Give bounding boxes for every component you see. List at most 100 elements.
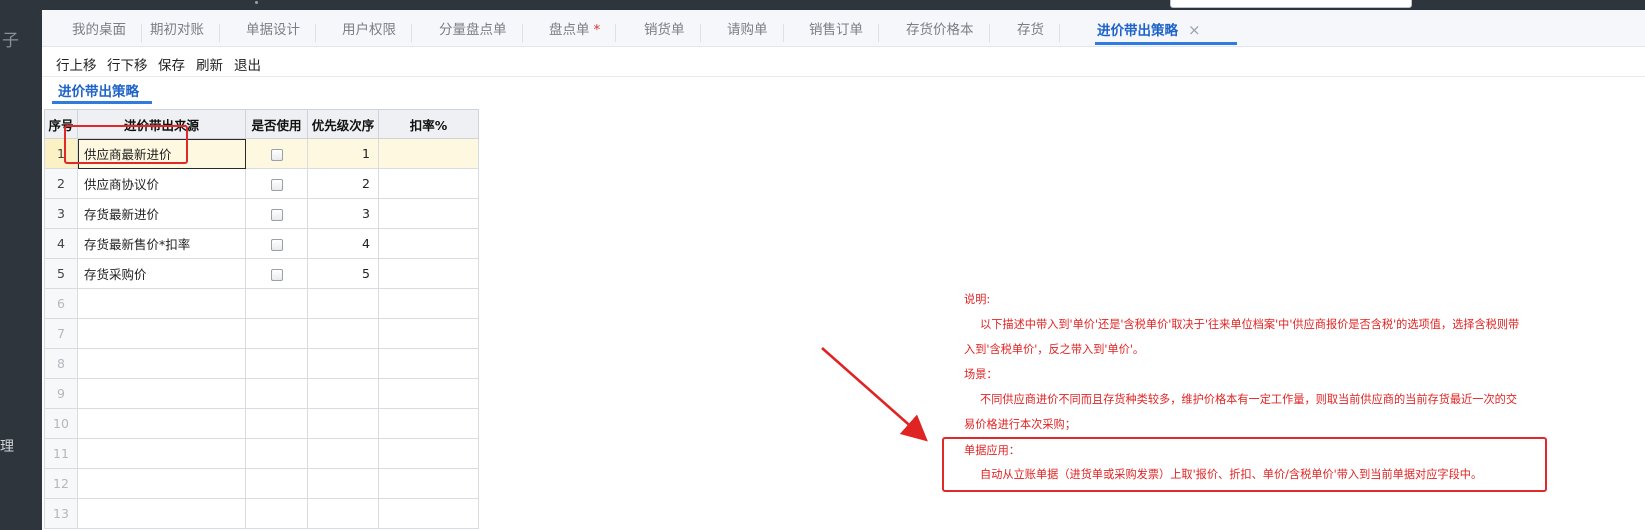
row-index: 2: [44, 168, 78, 199]
table-row[interactable]: 7: [44, 318, 479, 349]
discount-cell[interactable]: [378, 138, 479, 169]
discount-cell[interactable]: [378, 498, 479, 529]
source-cell[interactable]: [77, 288, 246, 319]
table-row[interactable]: 11: [44, 438, 479, 469]
discount-cell[interactable]: [378, 198, 479, 229]
move-row-down-button[interactable]: 行下移: [107, 54, 148, 74]
tab-price-book[interactable]: 存货价格本: [906, 10, 990, 46]
use-cell[interactable]: [245, 378, 308, 409]
use-checkbox[interactable]: [270, 178, 283, 191]
use-cell[interactable]: [245, 318, 308, 349]
discount-cell[interactable]: [378, 408, 479, 439]
use-cell[interactable]: [245, 498, 308, 529]
table-row[interactable]: 5 存货采购价 5: [44, 258, 479, 289]
search-input[interactable]: [1170, 0, 1412, 8]
use-cell[interactable]: [245, 288, 308, 319]
source-cell[interactable]: [77, 348, 246, 379]
table-row[interactable]: 8: [44, 348, 479, 379]
priority-cell[interactable]: 3: [307, 198, 379, 229]
col-header-priority[interactable]: 优先级次序: [307, 109, 379, 139]
row-index: 9: [44, 378, 78, 409]
priority-cell[interactable]: [307, 348, 379, 379]
use-checkbox[interactable]: [270, 208, 283, 221]
priority-cell[interactable]: [307, 438, 379, 469]
discount-cell[interactable]: [378, 318, 479, 349]
use-cell[interactable]: [245, 438, 308, 469]
note-text: 以下描述中带入到'单价'还是'含税单价'取决于'往来单位档案'中'供应商报价是否…: [980, 318, 1520, 331]
tab-purchase-price-strategy[interactable]: 进价带出策略 ×: [1095, 10, 1237, 46]
refresh-button[interactable]: 刷新: [196, 54, 223, 74]
priority-cell[interactable]: [307, 468, 379, 499]
discount-cell[interactable]: [378, 438, 479, 469]
sidebar-menu-glyph[interactable]: 理: [0, 436, 14, 456]
priority-cell[interactable]: 5: [307, 258, 379, 289]
exit-button[interactable]: 退出: [234, 54, 261, 74]
priority-cell[interactable]: [307, 408, 379, 439]
source-cell[interactable]: [77, 408, 246, 439]
use-checkbox[interactable]: [270, 238, 283, 251]
table-row[interactable]: 13: [44, 498, 479, 529]
move-row-up-button[interactable]: 行上移: [56, 54, 97, 74]
source-cell[interactable]: [77, 378, 246, 409]
discount-cell[interactable]: [378, 258, 479, 289]
source-cell[interactable]: 存货最新进价: [77, 198, 246, 229]
table-row[interactable]: 10: [44, 408, 479, 439]
priority-cell[interactable]: [307, 378, 379, 409]
tab-user-permissions[interactable]: 用户权限: [342, 10, 412, 46]
tab-label: 单据设计: [246, 22, 300, 38]
tab-desktop[interactable]: 我的桌面: [72, 10, 142, 46]
row-index: 6: [44, 288, 78, 319]
tab-sales-delivery[interactable]: 销货单: [644, 10, 701, 46]
tab-opening-reconcile[interactable]: 期初对账: [150, 10, 220, 46]
source-cell[interactable]: 供应商最新进价: [77, 138, 246, 169]
col-header-source[interactable]: 进价带出来源: [77, 109, 246, 139]
use-cell[interactable]: [245, 348, 308, 379]
priority-cell[interactable]: 2: [307, 168, 379, 199]
priority-cell[interactable]: 4: [307, 228, 379, 259]
tab-stocktake[interactable]: 盘点单 *: [549, 10, 617, 46]
discount-cell[interactable]: [378, 288, 479, 319]
table-row[interactable]: 9: [44, 378, 479, 409]
use-cell[interactable]: [245, 468, 308, 499]
priority-cell[interactable]: [307, 498, 379, 529]
table-row[interactable]: 3 存货最新进价 3: [44, 198, 479, 229]
source-cell[interactable]: [77, 468, 246, 499]
col-header-discount[interactable]: 扣率%: [378, 109, 479, 139]
priority-cell[interactable]: 1: [307, 138, 379, 169]
discount-cell[interactable]: [378, 468, 479, 499]
source-cell[interactable]: 供应商协议价: [77, 168, 246, 199]
col-header-use[interactable]: 是否使用: [245, 109, 308, 139]
tab-label: 存货价格本: [906, 22, 974, 38]
source-cell[interactable]: [77, 438, 246, 469]
table-row[interactable]: 1 供应商最新进价 1: [44, 138, 479, 169]
table-row[interactable]: 6: [44, 288, 479, 319]
table-row[interactable]: 2 供应商协议价 2: [44, 168, 479, 199]
priority-cell[interactable]: [307, 318, 379, 349]
discount-cell[interactable]: [378, 168, 479, 199]
table-row[interactable]: 12: [44, 468, 479, 499]
discount-cell[interactable]: [378, 348, 479, 379]
discount-cell[interactable]: [378, 378, 479, 409]
discount-cell[interactable]: [378, 228, 479, 259]
section-tab[interactable]: 进价带出策略: [52, 80, 152, 104]
tab-inventory[interactable]: 存货: [1017, 10, 1060, 46]
tab-sales-order[interactable]: 销售订单: [809, 10, 879, 46]
note-heading-scenario: 场景：: [964, 368, 998, 381]
use-checkbox[interactable]: [270, 148, 283, 161]
table-row[interactable]: 4 存货最新售价*扣率 4: [44, 228, 479, 259]
source-cell[interactable]: 存货最新售价*扣率: [77, 228, 246, 259]
tab-label: 分量盘点单: [439, 22, 507, 38]
source-cell[interactable]: [77, 318, 246, 349]
tab-label: 请购单: [727, 22, 768, 38]
save-button[interactable]: 保存: [158, 54, 185, 74]
tab-document-design[interactable]: 单据设计: [246, 10, 316, 46]
tab-partial-stocktake[interactable]: 分量盘点单: [439, 10, 523, 46]
close-icon[interactable]: ×: [1188, 21, 1201, 39]
source-cell[interactable]: 存货采购价: [77, 258, 246, 289]
tab-purchase-request[interactable]: 请购单: [727, 10, 784, 46]
use-checkbox[interactable]: [270, 268, 283, 281]
priority-cell[interactable]: [307, 288, 379, 319]
source-cell[interactable]: [77, 498, 246, 529]
use-cell[interactable]: [245, 408, 308, 439]
sidebar-menu-glyph[interactable]: 子: [2, 26, 19, 51]
